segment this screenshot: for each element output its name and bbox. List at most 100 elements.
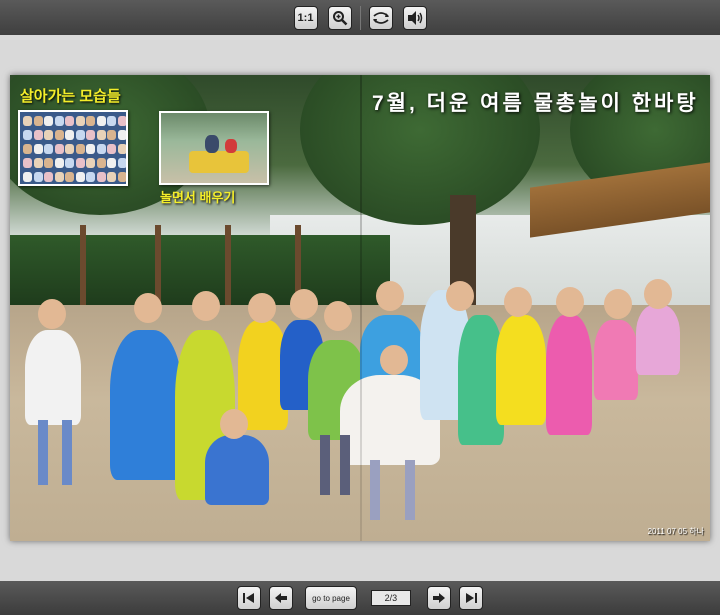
thumbnail-face — [107, 144, 116, 154]
thumbnail-face — [44, 144, 53, 154]
book-spine — [360, 75, 362, 541]
thumbnail-face — [107, 116, 116, 126]
thumbnail-face — [75, 144, 85, 154]
thumbnail-face — [54, 130, 64, 140]
thumbnail-person — [205, 135, 219, 153]
last-page-button[interactable] — [458, 586, 483, 610]
child-head — [38, 299, 66, 329]
class-photo-thumbnail[interactable] — [18, 110, 128, 186]
child-figure — [110, 330, 182, 480]
thumbnail-face — [96, 116, 106, 126]
thumbnail-face — [33, 144, 43, 154]
thumbnail-face — [65, 130, 74, 140]
first-page-icon — [243, 593, 255, 603]
child-head — [220, 409, 248, 439]
thumbnail-face — [33, 158, 43, 168]
thumbnail-face — [54, 144, 64, 154]
child-figure — [594, 320, 638, 400]
child-figure — [636, 305, 680, 375]
child-head — [290, 289, 318, 319]
playground-photo-thumbnail[interactable] — [159, 111, 269, 185]
thumbnail-face — [44, 116, 53, 126]
prev-page-icon — [275, 593, 288, 603]
left-page-title: 살아가는 모습들 — [20, 88, 121, 105]
actual-size-button[interactable]: 1:1 — [293, 5, 318, 30]
top-toolbar: 1:1 — [0, 0, 720, 35]
page-flip-icon — [372, 11, 389, 24]
page-flip-button[interactable] — [368, 5, 393, 30]
thumbnail-face — [23, 144, 32, 154]
thumbnail-face — [65, 116, 74, 126]
thumbnail-face — [33, 130, 43, 140]
thumbnail-face — [44, 158, 53, 168]
last-page-icon — [465, 593, 477, 603]
thumbnail-face — [75, 158, 85, 168]
child-head — [504, 287, 532, 317]
thumbnail-face — [54, 158, 64, 168]
thumbnail-face — [23, 130, 32, 140]
next-page-icon — [432, 593, 445, 603]
thumbnail-face — [44, 172, 53, 182]
thumbnail-face — [44, 130, 53, 140]
thumbnail-face — [65, 172, 74, 182]
next-page-button[interactable] — [426, 586, 451, 610]
child-legs — [320, 435, 330, 495]
child-head — [248, 293, 276, 323]
thumbnail-face — [75, 130, 85, 140]
book-spread[interactable]: 살아가는 모습들 7월, 더운 여름 물총놀이 한바탕 놀면서 배우기 2011… — [10, 75, 710, 541]
page-controls — [368, 5, 427, 30]
thumbnail-face — [75, 116, 85, 126]
photo-datestamp: 2011 07 05 하나 — [647, 527, 704, 536]
thumbnail-face — [96, 130, 106, 140]
thumbnail-face — [117, 172, 126, 182]
child-legs — [340, 435, 350, 495]
thumbnail-person — [225, 139, 237, 153]
thumbnail-face — [23, 158, 32, 168]
sound-button[interactable] — [402, 5, 427, 30]
child-head — [644, 279, 672, 309]
child-legs — [370, 460, 380, 520]
actual-size-label: 1:1 — [297, 11, 314, 24]
thumbnail-face — [86, 144, 95, 154]
first-page-button[interactable] — [237, 586, 262, 610]
thumbnail-face — [117, 158, 126, 168]
child-head — [376, 281, 404, 311]
thumbnail-ride — [189, 151, 249, 173]
thumbnail-face — [23, 116, 32, 126]
speaker-icon — [407, 10, 422, 25]
right-page-title: 7월, 더운 여름 물총놀이 한바탕 — [372, 92, 699, 115]
child-figure — [496, 315, 546, 425]
thumbnail-face — [65, 144, 74, 154]
left-page-caption: 놀면서 배우기 — [160, 190, 236, 205]
thumbnail-face — [86, 172, 95, 182]
thumbnail-face — [23, 172, 32, 182]
child-figure — [546, 315, 592, 435]
thumbnail-face — [96, 158, 106, 168]
child-head — [380, 345, 408, 375]
prev-page-button[interactable] — [269, 586, 294, 610]
thumbnail-face — [65, 158, 74, 168]
thumbnail-face — [107, 172, 116, 182]
view-controls: 1:1 — [293, 5, 352, 30]
child-figure — [25, 330, 81, 425]
go-to-page-button[interactable]: go to page — [305, 586, 357, 610]
thumbnail-face — [107, 130, 116, 140]
page-indicator: 2/3 — [370, 590, 411, 606]
child-head — [192, 291, 220, 321]
thumbnail-face — [117, 130, 126, 140]
magnifier-icon — [332, 10, 347, 25]
child-legs — [62, 420, 72, 485]
thumbnail-face — [117, 144, 126, 154]
thumbnail-face — [86, 130, 95, 140]
thumbnail-face — [54, 172, 64, 182]
thumbnail-face — [86, 116, 95, 126]
toolbar-divider — [359, 5, 361, 30]
bottom-navigation: go to page 2/3 — [0, 581, 720, 615]
zoom-button[interactable] — [327, 5, 352, 30]
thumbnail-face — [33, 116, 43, 126]
thumbnail-face — [33, 172, 43, 182]
child-head — [446, 281, 474, 311]
thumbnail-face — [96, 172, 106, 182]
thumbnail-face — [54, 116, 64, 126]
child-legs — [405, 460, 415, 520]
